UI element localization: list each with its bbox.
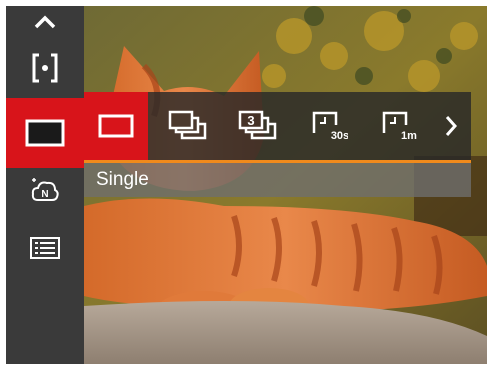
single-frame-icon [25,119,65,147]
left-menu: N [6,6,84,364]
scene-n-icon: N [31,178,59,201]
self-timer-icon: 30s [312,111,348,142]
selected-option-label: Single [96,169,149,190]
menu-list-icon [30,237,60,259]
drive-mode-button[interactable] [6,98,84,168]
spot-metering-icon [32,53,58,83]
option-timer-1m[interactable]: 1m [366,92,430,160]
option-label-bar: Single [84,163,471,197]
option-single[interactable] [84,92,148,160]
option-burst-3[interactable]: 3 [226,92,290,160]
self-timer-icon: 1m [382,111,417,142]
svg-text:3: 3 [247,113,254,128]
svg-text:1m: 1m [401,130,417,142]
scene-mode-button[interactable]: N [6,168,84,214]
option-continuous[interactable] [156,92,220,160]
drive-options-strip: 3 30s 1m [84,92,471,160]
camera-screen: N 3 30s 1m Single [0,0,493,370]
continuous-shot-icon [168,110,207,140]
single-frame-icon [98,114,134,138]
burst-3-icon: 3 [238,110,277,140]
menu-button[interactable] [6,226,84,270]
svg-text:30s: 30s [331,130,348,142]
next-options-button[interactable] [431,92,471,160]
svg-text:N: N [41,189,48,200]
chevron-up-icon [34,15,56,29]
scroll-up-button[interactable] [6,8,84,36]
metering-button[interactable] [6,46,84,90]
chevron-right-icon [445,116,457,136]
option-timer-30s[interactable]: 30s [296,92,360,160]
